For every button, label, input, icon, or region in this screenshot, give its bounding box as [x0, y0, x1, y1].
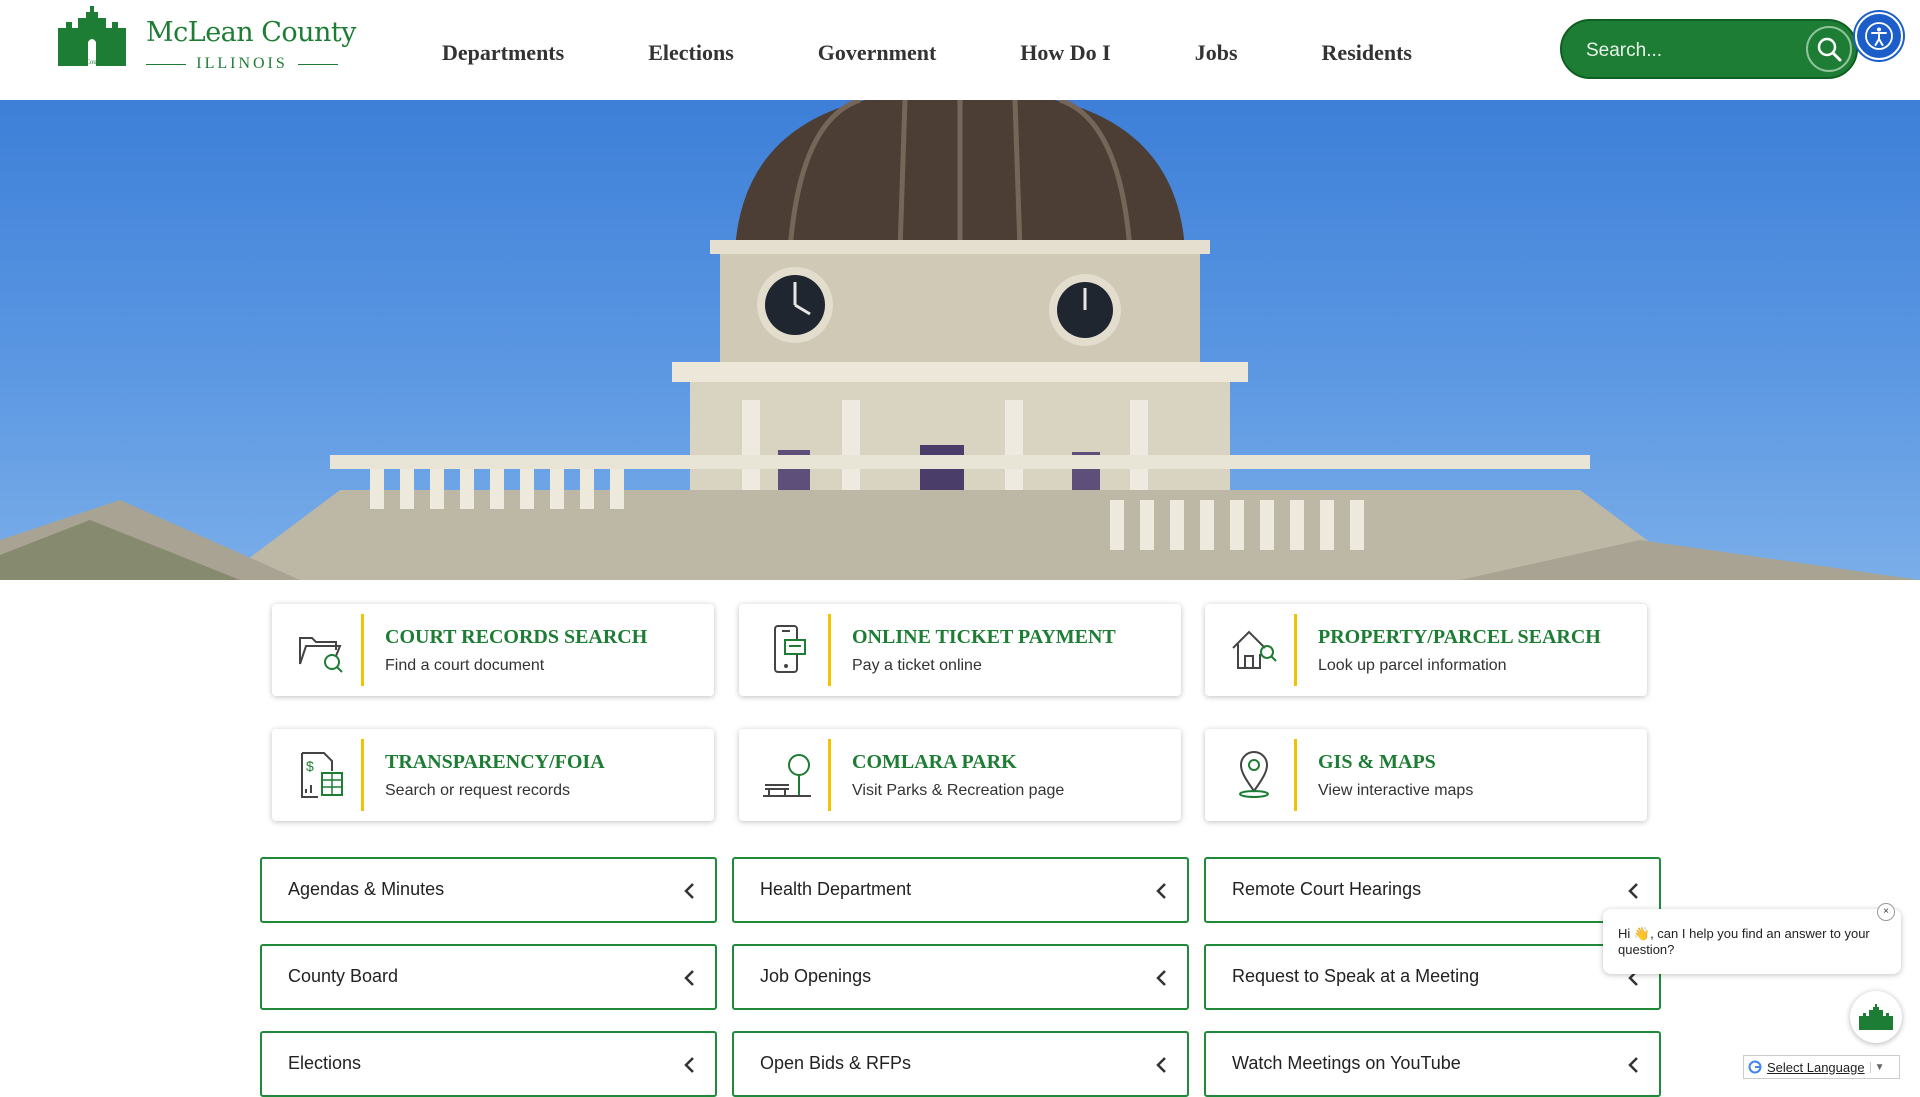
nav-elections[interactable]: Elections: [606, 26, 776, 76]
quick-link-ticket-payment[interactable]: ONLINE TICKET PAYMENT Pay a ticket onlin…: [739, 604, 1181, 696]
card-title: GIS & MAPS: [1318, 751, 1436, 773]
accordion-label: Agendas & Minutes: [288, 879, 445, 899]
nav-residents[interactable]: Residents: [1280, 26, 1454, 76]
logo-subtitle: ILLINOIS: [146, 55, 339, 73]
quick-link-property-search[interactable]: PROPERTY/PARCEL SEARCH Look up parcel in…: [1205, 604, 1647, 696]
chevron-left-icon: [684, 970, 694, 986]
accordion-health-department[interactable]: Health Department: [732, 857, 1189, 923]
accordion-watch-meetings-youtube[interactable]: Watch Meetings on YouTube: [1204, 1031, 1661, 1097]
accordion-label: Job Openings: [760, 966, 872, 986]
quick-link-gis-maps[interactable]: GIS & MAPS View interactive maps: [1205, 729, 1647, 821]
chevron-left-icon: [1156, 1057, 1166, 1073]
card-title: COMLARA PARK: [852, 751, 1017, 773]
hero-image: [0, 100, 1920, 580]
accordion-remote-court-hearings[interactable]: Remote Court Hearings: [1204, 857, 1661, 923]
card-accent-bar: [1294, 739, 1297, 811]
search-box: [1560, 19, 1858, 79]
mobile-payment-icon: [774, 625, 806, 673]
accordion-request-to-speak[interactable]: Request to Speak at a Meeting: [1204, 944, 1661, 1010]
nav-government[interactable]: Government: [776, 26, 979, 76]
financial-document-icon: $: [301, 752, 343, 798]
quick-link-court-records[interactable]: COURT RECORDS SEARCH Find a court docume…: [272, 604, 714, 696]
dropdown-arrow-icon: ▼: [1869, 1061, 1885, 1073]
chevron-left-icon: [1628, 1057, 1638, 1073]
card-subtitle: Look up parcel information: [1318, 657, 1507, 674]
courthouse-logo-icon: [1859, 1004, 1893, 1030]
svg-text:$: $: [306, 758, 314, 774]
chevron-left-icon: [1156, 970, 1166, 986]
card-accent-bar: [828, 614, 831, 686]
chat-greeting-bubble[interactable]: Hi 👋, can I help you find an answer to y…: [1603, 903, 1901, 974]
card-accent-bar: [1294, 614, 1297, 686]
accordion-label: Open Bids & RFPs: [760, 1053, 912, 1073]
chat-launcher-button[interactable]: [1850, 991, 1902, 1043]
chevron-left-icon: [1628, 883, 1638, 899]
card-accent-bar: [828, 739, 831, 811]
accordion-agendas-minutes[interactable]: Agendas & Minutes: [260, 857, 717, 923]
site-header: McLean County McLean County ILLINOIS Dep…: [0, 0, 1920, 100]
accordion-label: Watch Meetings on YouTube: [1232, 1053, 1461, 1073]
card-subtitle: Find a court document: [385, 657, 545, 674]
nav-jobs[interactable]: Jobs: [1153, 26, 1280, 76]
translate-widget[interactable]: Select Language ▼: [1743, 1055, 1900, 1079]
courthouse-logo-icon: [58, 6, 126, 66]
google-g-icon: [1748, 1060, 1762, 1074]
chat-message: Hi 👋, can I help you find an answer to y…: [1618, 926, 1870, 957]
folder-search-icon: [299, 637, 343, 673]
accordion-elections[interactable]: Elections: [260, 1031, 717, 1097]
card-accent-bar: [361, 739, 364, 811]
search-button[interactable]: [1806, 26, 1852, 72]
chat-close-button[interactable]: ×: [1877, 903, 1895, 921]
chevron-left-icon: [684, 883, 694, 899]
accordion-job-openings[interactable]: Job Openings: [732, 944, 1189, 1010]
courthouse-dome-photo: [0, 100, 1920, 580]
accordion-open-bids[interactable]: Open Bids & RFPs: [732, 1031, 1189, 1097]
card-accent-bar: [361, 614, 364, 686]
card-title: PROPERTY/PARCEL SEARCH: [1318, 626, 1601, 648]
card-subtitle: View interactive maps: [1318, 782, 1474, 799]
house-search-icon: [1232, 630, 1277, 669]
site-logo[interactable]: McLean County McLean County ILLINOIS: [58, 6, 357, 73]
card-subtitle: Search or request records: [385, 782, 570, 799]
accordion-label: Request to Speak at a Meeting: [1232, 966, 1480, 986]
card-subtitle: Pay a ticket online: [852, 657, 982, 674]
park-bench-tree-icon: [763, 754, 811, 797]
accordion-label: Remote Court Hearings: [1232, 879, 1422, 899]
accordion-label: County Board: [288, 966, 399, 986]
logo-name: McLean County: [146, 17, 357, 48]
accordion-label: Health Department: [760, 879, 912, 899]
chevron-left-icon: [684, 1057, 694, 1073]
main-nav: Departments Elections Government How Do …: [400, 26, 1454, 76]
accessibility-button[interactable]: [1855, 12, 1903, 60]
quick-link-transparency-foia[interactable]: $ TRANSPARENCY/FOIA Search or request re…: [272, 729, 714, 821]
card-subtitle: Visit Parks & Recreation page: [852, 782, 1065, 799]
nav-how-do-i[interactable]: How Do I: [978, 26, 1152, 76]
card-title: TRANSPARENCY/FOIA: [385, 751, 605, 773]
accessibility-icon: [1865, 22, 1893, 50]
nav-departments[interactable]: Departments: [400, 26, 606, 76]
select-language-link[interactable]: Select Language: [1767, 1060, 1865, 1075]
accordion-label: Elections: [288, 1053, 362, 1073]
map-pin-icon: [1239, 751, 1269, 798]
accordion-county-board[interactable]: County Board: [260, 944, 717, 1010]
card-title: COURT RECORDS SEARCH: [385, 626, 648, 648]
search-input[interactable]: [1584, 35, 1788, 67]
logo-small-text: McLean County: [60, 58, 106, 66]
quick-link-comlara-park[interactable]: COMLARA PARK Visit Parks & Recreation pa…: [739, 729, 1181, 821]
search-icon: [1817, 37, 1842, 62]
chevron-left-icon: [1156, 883, 1166, 899]
card-title: ONLINE TICKET PAYMENT: [852, 626, 1116, 648]
